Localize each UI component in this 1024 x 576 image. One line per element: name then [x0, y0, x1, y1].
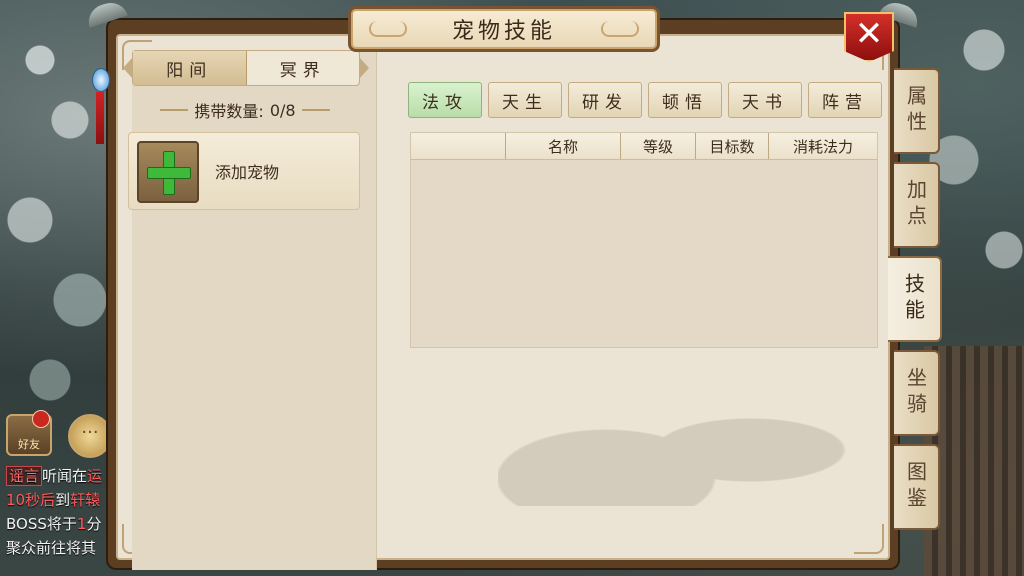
- pet-skill-panel: 宠物技能 ✕ 阳间 冥界 携带数量: 0/8 添加宠物 法攻 天生 研发 顿悟 …: [84, 0, 922, 570]
- side-tab-label: 图鉴: [903, 461, 928, 513]
- friend-button[interactable]: 好友: [6, 410, 52, 456]
- friend-label: 好友: [18, 438, 40, 451]
- ink-landscape-watermark: [498, 366, 858, 506]
- panel-title: 宠物技能: [451, 19, 556, 44]
- side-tab-label: 坐骑: [903, 367, 928, 419]
- chat-line: BOSS将于1分: [6, 515, 102, 533]
- chat-line: 聚众前往将其: [6, 539, 97, 557]
- add-pet-label: 添加宠物: [215, 163, 280, 182]
- title-plate: 宠物技能: [348, 6, 660, 52]
- notification-dot: [32, 410, 50, 428]
- carry-value: 0/8: [269, 100, 296, 120]
- tab-fagong[interactable]: 法攻: [408, 82, 482, 118]
- side-tab-attributes[interactable]: 属性: [894, 68, 940, 154]
- panel-body: 阳间 冥界 携带数量: 0/8 添加宠物 法攻 天生 研发 顿悟 天书 阵营 名…: [116, 34, 890, 570]
- skill-tabs: 法攻 天生 研发 顿悟 天书 阵营: [408, 82, 882, 118]
- chat-overlay: 好友 ··· 谣言 听闻在运 10秒后到轩辕 BOSS将于1分 聚众前往将其: [6, 410, 118, 564]
- pet-list-column: [132, 50, 377, 570]
- column-header-mana-cost: 消耗法力: [792, 137, 853, 156]
- side-tab-label: 加点: [903, 179, 928, 231]
- side-tab-skills[interactable]: 技能: [888, 256, 942, 342]
- column-header-level: 等级: [621, 133, 696, 159]
- carry-count: 携带数量: 0/8: [132, 98, 358, 122]
- column-header-name: 名称: [506, 133, 621, 159]
- chat-messages[interactable]: 谣言 听闻在运 10秒后到轩辕 BOSS将于1分 聚众前往将其: [6, 464, 118, 560]
- cloud-ornament-icon: [601, 21, 639, 37]
- tab-yangjian[interactable]: 阳间: [133, 51, 247, 85]
- tab-mingjie[interactable]: 冥界: [247, 51, 360, 85]
- plus-icon: [137, 141, 199, 203]
- chat-line: 10秒后到轩辕: [6, 491, 101, 509]
- tab-zhenying[interactable]: 阵营: [808, 82, 882, 118]
- table-header: 名称 等级 目标数 消耗法力: [411, 133, 877, 160]
- carry-label: 携带数量:: [194, 102, 264, 121]
- skill-table: 名称 等级 目标数 消耗法力: [410, 132, 878, 348]
- column-header-icon: [411, 133, 506, 159]
- world-tabs: 阳间 冥界: [123, 50, 369, 86]
- column-header-targets: 目标数: [696, 133, 769, 159]
- side-tab-label: 属性: [903, 85, 928, 137]
- side-tab-points[interactable]: 加点: [894, 162, 940, 248]
- tab-tianshu[interactable]: 天书: [728, 82, 802, 118]
- chat-bubble-icon[interactable]: ···: [68, 414, 112, 458]
- side-tab-label: 技能: [901, 273, 926, 325]
- close-icon: ✕: [854, 14, 884, 54]
- side-tab-mount[interactable]: 坐骑: [894, 350, 940, 436]
- cloud-ornament-icon: [369, 21, 407, 37]
- side-tab-codex[interactable]: 图鉴: [894, 444, 940, 530]
- add-pet-button[interactable]: 添加宠物: [128, 132, 360, 210]
- tab-yanfa[interactable]: 研发: [568, 82, 642, 118]
- tab-dunwu[interactable]: 顿悟: [648, 82, 722, 118]
- jade-pendant-icon: [92, 48, 110, 148]
- tab-tiansheng[interactable]: 天生: [488, 82, 562, 118]
- chat-line: 谣言 听闻在运: [6, 464, 118, 488]
